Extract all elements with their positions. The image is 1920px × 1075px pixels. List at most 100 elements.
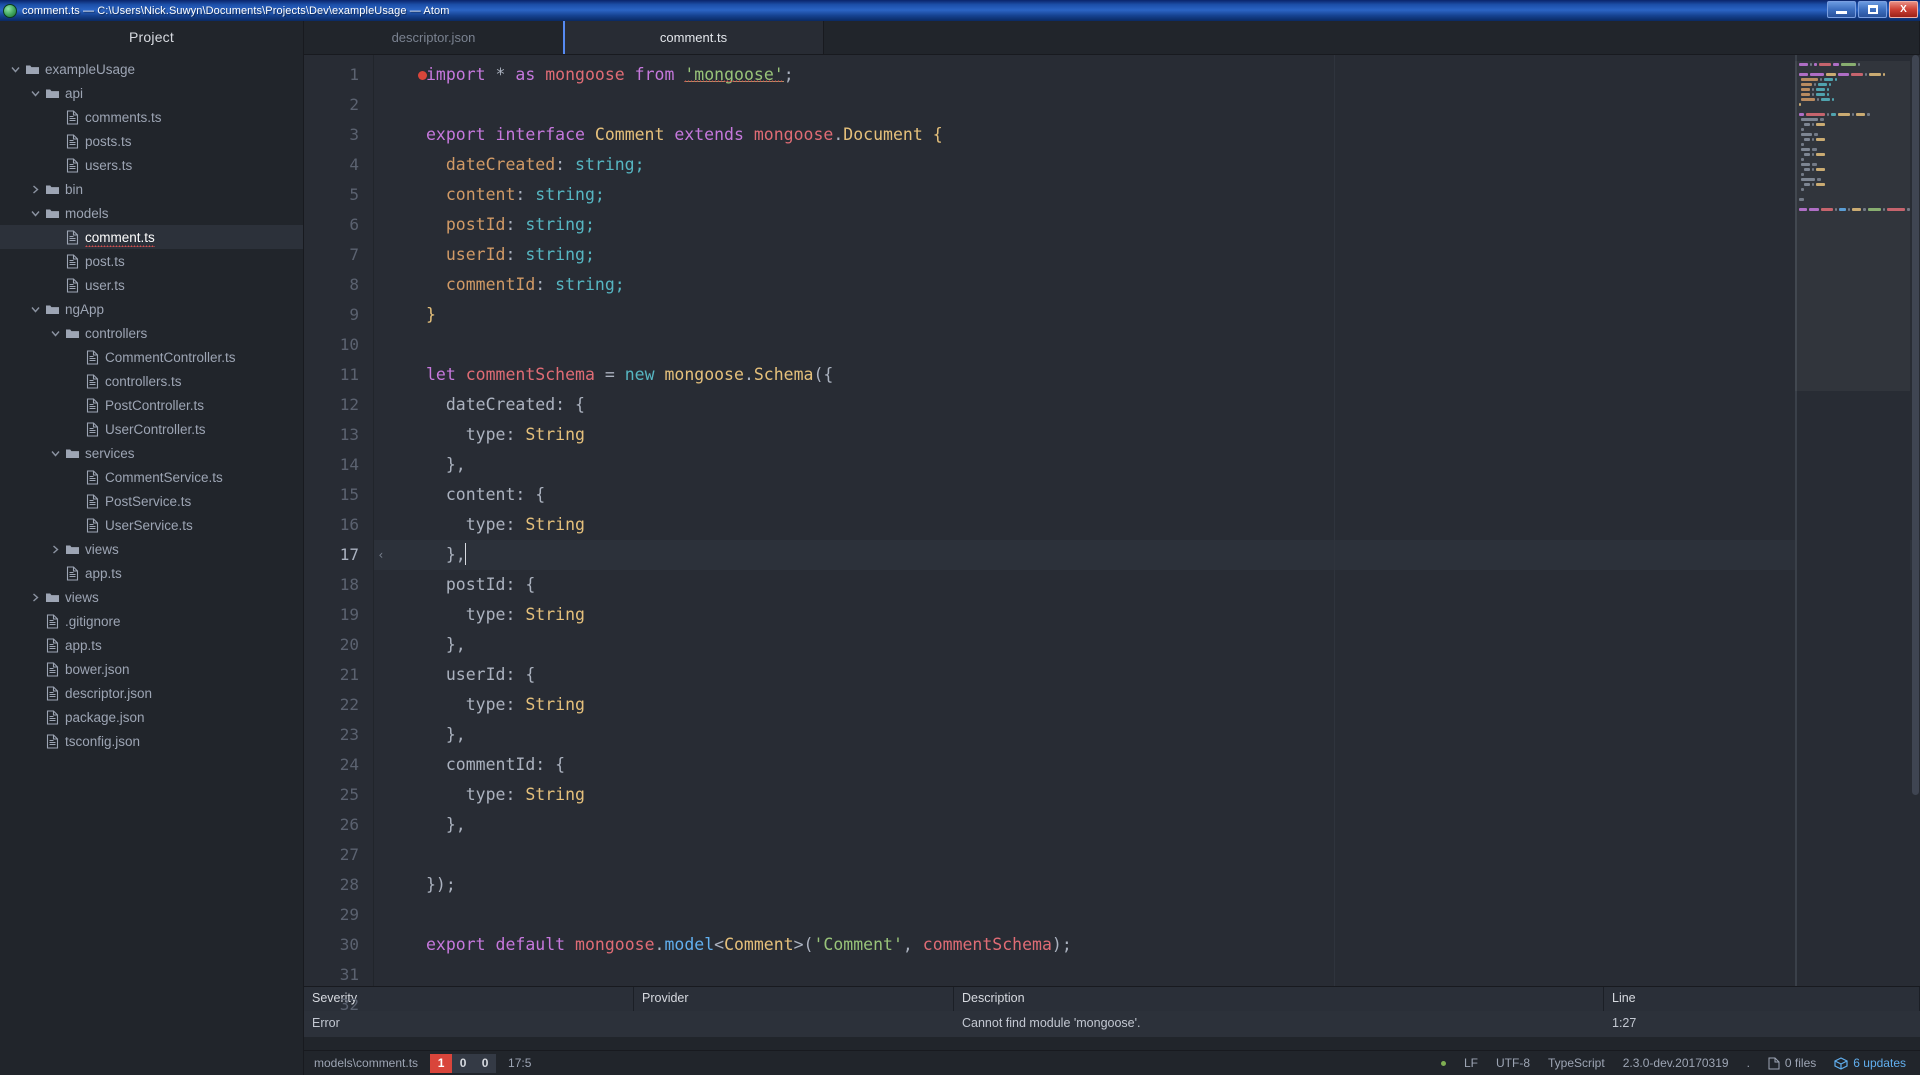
tree-folder-ngapp[interactable]: ngApp (0, 297, 303, 321)
tree-file-controllers-ts[interactable]: controllers.ts (0, 369, 303, 393)
code-line[interactable]: postId: { (374, 570, 1920, 600)
chevron-down-icon[interactable] (28, 210, 42, 217)
error-count[interactable]: 1 (430, 1053, 453, 1073)
code-line[interactable]: } (374, 300, 1920, 330)
chevron-right-icon[interactable] (28, 592, 42, 602)
tree-file-post-ts[interactable]: post.ts (0, 249, 303, 273)
project-tree[interactable]: exampleUsage api comments.ts posts.ts users.… (0, 55, 303, 1075)
changed-files[interactable]: 0 files (1768, 1056, 1816, 1070)
chevron-down-icon[interactable] (48, 330, 62, 337)
code-line[interactable]: type: String (374, 690, 1920, 720)
column-header-line[interactable]: Line (1604, 987, 1920, 1011)
column-header-description[interactable]: Description (954, 987, 1604, 1011)
code-line[interactable]: type: String (374, 600, 1920, 630)
tree-file-descriptor-json[interactable]: descriptor.json (0, 681, 303, 705)
git-branch[interactable]: . (1747, 1056, 1750, 1070)
encoding-selector[interactable]: UTF-8 (1496, 1056, 1530, 1070)
tree-file-postservice-ts[interactable]: PostService.ts (0, 489, 303, 513)
code-line[interactable]: }); (374, 870, 1920, 900)
tree-folder-views[interactable]: views (0, 537, 303, 561)
editor-area[interactable]: 1 2 3 4 5 6 7 8 9 10 11 12 13 14 15 16 17 18 19 20 21 22 23 24 2… (304, 55, 1920, 1014)
tree-folder-bin[interactable]: bin (0, 177, 303, 201)
fold-arrow-icon[interactable]: ‹ (374, 540, 388, 570)
code-line[interactable]: let commentSchema = new mongoose.Schema(… (374, 360, 1920, 390)
chevron-down-icon[interactable] (28, 90, 42, 97)
tree-file-users-ts[interactable]: users.ts (0, 153, 303, 177)
tab-descriptor-json[interactable]: descriptor.json (304, 21, 564, 54)
tree-folder-exampleusage[interactable]: exampleUsage (0, 57, 303, 81)
minimize-button[interactable] (1827, 1, 1856, 18)
tree-file-posts-ts[interactable]: posts.ts (0, 129, 303, 153)
tree-file-postcontroller-ts[interactable]: PostController.ts (0, 393, 303, 417)
updates-button[interactable]: 6 updates (1834, 1056, 1906, 1070)
code-line[interactable]: }, (374, 720, 1920, 750)
minimap[interactable] (1795, 55, 1910, 986)
tree-file-comments-ts[interactable]: comments.ts (0, 105, 303, 129)
code-line[interactable] (374, 960, 1920, 986)
column-header-provider[interactable]: Provider (634, 987, 954, 1011)
code-line[interactable]: postId: string; (374, 210, 1920, 240)
typescript-version[interactable]: 2.3.0-dev.20170319 (1623, 1056, 1729, 1070)
code-line[interactable]: }, (374, 810, 1920, 840)
vertical-scrollbar[interactable] (1911, 55, 1920, 986)
code-line[interactable]: userId: { (374, 660, 1920, 690)
tree-file-comment-ts[interactable]: comment.ts (0, 225, 303, 249)
warning-count[interactable]: 0 (452, 1053, 475, 1073)
tab-comment-ts[interactable]: comment.ts (563, 21, 824, 54)
chevron-down-icon[interactable] (48, 450, 62, 457)
tree-file-usercontroller-ts[interactable]: UserController.ts (0, 417, 303, 441)
tree-file-user-ts[interactable]: user.ts (0, 273, 303, 297)
minimap-viewport[interactable] (1795, 61, 1910, 391)
tree-file--gitignore[interactable]: .gitignore (0, 609, 303, 633)
tree-file-app-ts[interactable]: app.ts (0, 633, 303, 657)
tree-folder-controllers[interactable]: controllers (0, 321, 303, 345)
code-line[interactable] (374, 330, 1920, 360)
tree-folder-views[interactable]: views (0, 585, 303, 609)
maximize-button[interactable] (1858, 1, 1887, 18)
code-line[interactable]: dateCreated: { (374, 390, 1920, 420)
source-code[interactable]: import * as mongoose from 'mongoose'; exp… (374, 55, 1920, 986)
chevron-down-icon[interactable] (8, 66, 22, 73)
code-line[interactable] (374, 900, 1920, 930)
code-line[interactable]: type: String (374, 420, 1920, 450)
code-line[interactable]: content: string; (374, 180, 1920, 210)
code-line[interactable]: commentId: string; (374, 270, 1920, 300)
code-line[interactable]: commentId: { (374, 750, 1920, 780)
tree-file-commentservice-ts[interactable]: CommentService.ts (0, 465, 303, 489)
tree-folder-api[interactable]: api (0, 81, 303, 105)
code-line[interactable]: import * as mongoose from 'mongoose'; (374, 60, 1920, 90)
code-line[interactable]: export interface Comment extends mongoos… (374, 120, 1920, 150)
tree-file-bower-json[interactable]: bower.json (0, 657, 303, 681)
code-line[interactable] (374, 840, 1920, 870)
tree-file-tsconfig-json[interactable]: tsconfig.json (0, 729, 303, 753)
tree-file-package-json[interactable]: package.json (0, 705, 303, 729)
tree-file-app-ts[interactable]: app.ts (0, 561, 303, 585)
tree-folder-models[interactable]: models (0, 201, 303, 225)
tree-folder-services[interactable]: services (0, 441, 303, 465)
code-line[interactable]: }, ‹ (374, 540, 1920, 570)
code-line[interactable]: dateCreated: string; (374, 150, 1920, 180)
code-viewport[interactable]: import * as mongoose from 'mongoose'; exp… (374, 55, 1920, 986)
code-line[interactable]: content: { (374, 480, 1920, 510)
diagnostic-counts[interactable]: 1 0 0 (430, 1053, 497, 1073)
tree-file-userservice-ts[interactable]: UserService.ts (0, 513, 303, 537)
line-ending-selector[interactable]: LF (1464, 1056, 1478, 1070)
code-line[interactable]: }, (374, 450, 1920, 480)
tree-file-commentcontroller-ts[interactable]: CommentController.ts (0, 345, 303, 369)
code-line[interactable]: export default mongoose.model<Comment>('… (374, 930, 1920, 960)
cursor-position[interactable]: 17:5 (508, 1056, 531, 1070)
chevron-right-icon[interactable] (48, 544, 62, 554)
code-line[interactable]: type: String (374, 510, 1920, 540)
code-line[interactable]: }, (374, 630, 1920, 660)
info-count[interactable]: 0 (474, 1053, 497, 1073)
code-line[interactable] (374, 90, 1920, 120)
chevron-right-icon[interactable] (28, 184, 42, 194)
status-file-path[interactable]: models\comment.ts (314, 1056, 418, 1070)
chevron-down-icon[interactable] (28, 306, 42, 313)
tab-bar[interactable]: descriptor.json comment.ts (304, 21, 1920, 55)
code-line[interactable]: userId: string; (374, 240, 1920, 270)
grammar-selector[interactable]: TypeScript (1548, 1056, 1605, 1070)
close-button[interactable]: X (1889, 1, 1918, 18)
scrollbar-thumb[interactable] (1912, 55, 1919, 795)
diagnostics-row[interactable]: Error Cannot find module 'mongoose'. 1:2… (304, 1011, 1920, 1037)
